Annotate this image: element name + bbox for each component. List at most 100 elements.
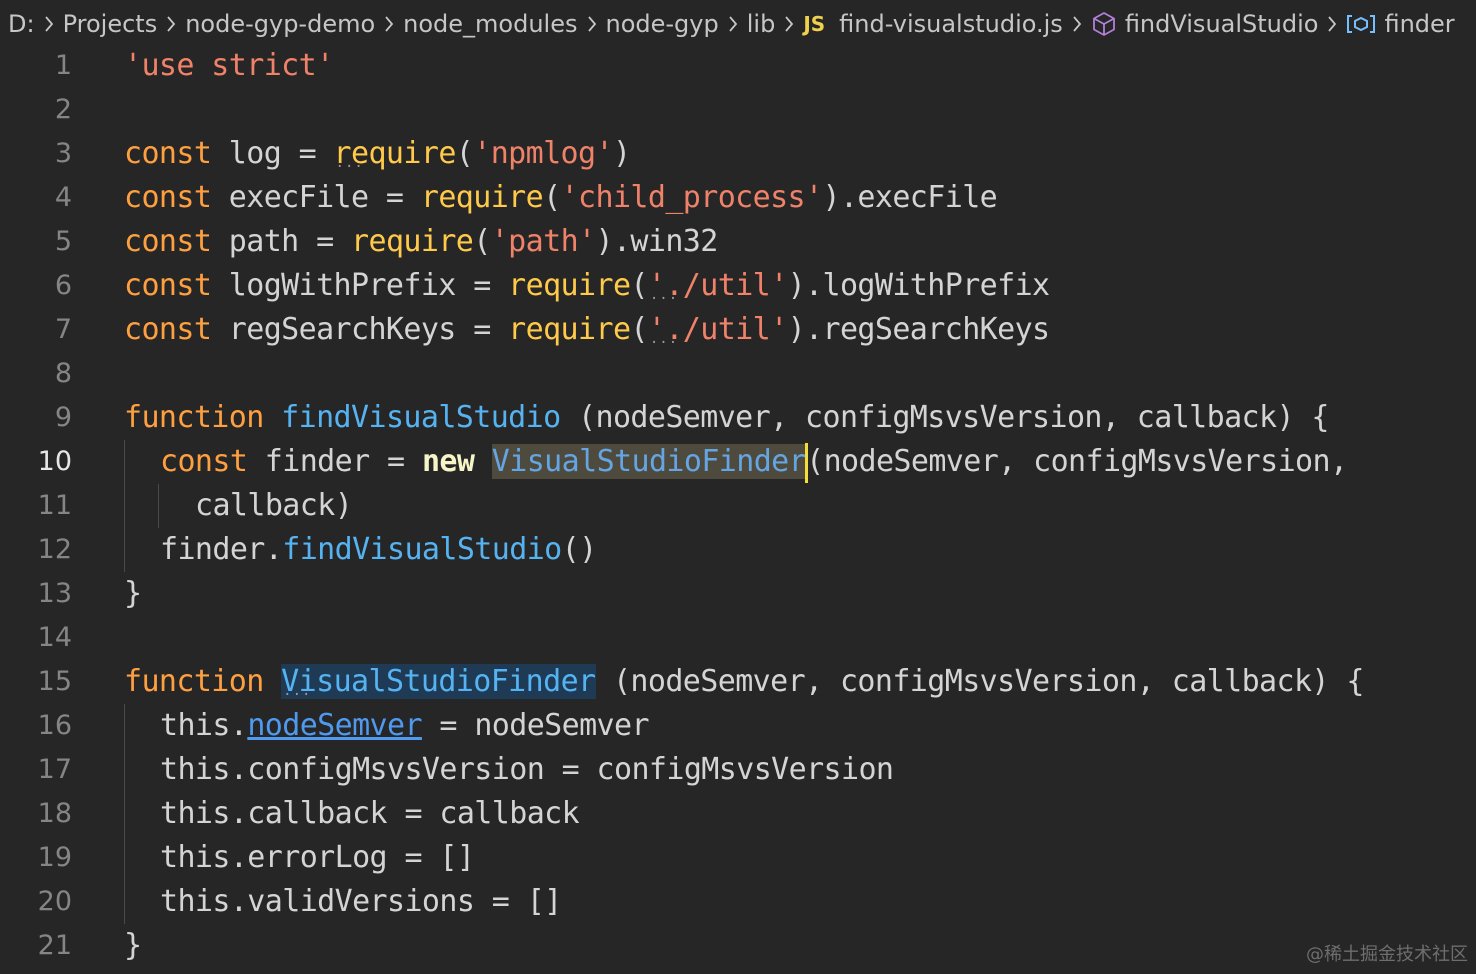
- token-function-call[interactable]: require: [421, 180, 544, 215]
- token-statement: this.errorLog = []: [160, 840, 475, 875]
- line-number: 5: [54, 226, 72, 257]
- token-identifier: logWithPrefix =: [211, 268, 509, 303]
- token-keyword: const: [124, 268, 212, 303]
- line-number: 14: [37, 622, 72, 653]
- code-text: function findVisualStudio (nodeSemver, c…: [124, 396, 1329, 440]
- code-line-active: 10 const finder = new VisualStudioFinder…: [0, 440, 1476, 484]
- chevron-right-icon: [727, 14, 739, 34]
- token-string: 'use strict': [124, 48, 334, 83]
- breadcrumb-item-function[interactable]: findVisualStudio: [1091, 10, 1318, 38]
- token-punct: ).regSearchKeys: [787, 312, 1051, 347]
- token-identifier: regSearchKeys =: [211, 312, 509, 347]
- token-statement: this.callback = callback: [160, 796, 580, 831]
- token-assignment: = nodeSemver: [421, 708, 649, 743]
- token-highlighted-declaration[interactable]: VisualStudioFinder: [281, 664, 596, 699]
- line-number: 3: [54, 138, 72, 169]
- breadcrumb-item-node-gyp[interactable]: node-gyp: [606, 10, 719, 38]
- token-punct: (: [630, 268, 648, 303]
- token-function-call[interactable]: require: [351, 224, 474, 259]
- token-keyword: function: [124, 400, 264, 435]
- code-text: this.configMsvsVersion = configMsvsVersi…: [160, 748, 894, 792]
- token-punct: (: [630, 312, 648, 347]
- code-line: 9 function findVisualStudio (nodeSemver,…: [0, 396, 1476, 440]
- indent-guide: [124, 528, 125, 572]
- token-string: 'child_process': [560, 180, 824, 215]
- token-function-declaration[interactable]: findVisualStudio: [281, 400, 561, 435]
- line-number: 1: [54, 50, 72, 81]
- code-text: this.validVersions = []: [160, 880, 562, 924]
- token-statement: this.validVersions = []: [160, 884, 562, 919]
- token-function-call[interactable]: require: [508, 268, 631, 303]
- token-punct: (: [473, 224, 491, 259]
- code-text: function VisualStudioFinder (nodeSemver,…: [124, 660, 1364, 704]
- token-string: ./util': [665, 312, 788, 347]
- line-number: 6: [54, 270, 72, 301]
- line-number: 21: [37, 930, 72, 961]
- line-number: 15: [37, 666, 72, 697]
- indent-guide: [124, 836, 125, 880]
- code-text: const logWithPrefix = require('./util').…: [124, 264, 1050, 308]
- token-this: this.: [160, 708, 248, 743]
- code-line: 5 const path = require('path').win32: [0, 220, 1476, 264]
- token-string-quote: ': [648, 312, 666, 347]
- code-line: 18 this.callback = callback: [0, 792, 1476, 836]
- code-line: 4 const execFile = require('child_proces…: [0, 176, 1476, 220]
- token-method-call[interactable]: findVisualStudio: [282, 532, 562, 567]
- code-text: 'use strict': [124, 44, 334, 88]
- token-highlighted-reference[interactable]: VisualStudioFinder: [491, 444, 807, 479]
- chevron-right-icon: [1326, 14, 1338, 34]
- token-function-call[interactable]: require: [508, 312, 631, 347]
- token-punct: ).logWithPrefix: [787, 268, 1051, 303]
- chevron-right-icon: [165, 14, 177, 34]
- line-number: 16: [37, 710, 72, 741]
- code-text: const finder = new VisualStudioFinder(no…: [160, 440, 1348, 484]
- line-number: 20: [37, 886, 72, 917]
- token-params: (nodeSemver, configMsvsVersion,: [806, 444, 1348, 479]
- token-function-call[interactable]: require: [334, 136, 457, 171]
- breadcrumb-item-node-gyp-demo[interactable]: node-gyp-demo: [185, 10, 375, 38]
- line-number: 18: [37, 798, 72, 829]
- cube-icon: [1091, 11, 1117, 37]
- code-editor[interactable]: 1 'use strict' 2 3 const log = require('…: [0, 44, 1476, 974]
- line-number: 10: [37, 446, 72, 477]
- code-text: const path = require('path').win32: [124, 220, 718, 264]
- token-punct: ).win32: [595, 224, 719, 259]
- token-identifier: finder.: [160, 532, 283, 567]
- code-line: 8: [0, 352, 1476, 396]
- breadcrumb-item-file[interactable]: JS find-visualstudio.js: [803, 10, 1063, 38]
- token-keyword: const: [124, 224, 212, 259]
- chevron-right-icon: [1071, 14, 1083, 34]
- line-number: 11: [37, 490, 72, 521]
- line-number: 9: [54, 402, 72, 433]
- breadcrumb-item-projects[interactable]: Projects: [63, 10, 158, 38]
- token-params: callback): [195, 488, 353, 523]
- token-highlight-rest: isualStudioFinder: [298, 664, 596, 699]
- code-line: 3 const log = require('npmlog'): [0, 132, 1476, 176]
- variable-icon: [1346, 13, 1376, 35]
- code-line: 13 }: [0, 572, 1476, 616]
- code-line: 16 this.nodeSemver = nodeSemver: [0, 704, 1476, 748]
- token-punct: ).execFile: [822, 180, 998, 215]
- token-keyword: const: [124, 180, 212, 215]
- code-line: 1 'use strict': [0, 44, 1476, 88]
- code-line: 17 this.configMsvsVersion = configMsvsVe…: [0, 748, 1476, 792]
- token-link-property[interactable]: nodeSemver: [247, 708, 422, 743]
- breadcrumb-item-node-modules[interactable]: node_modules: [403, 10, 577, 38]
- code-line: 2: [0, 88, 1476, 132]
- indent-guide: [124, 792, 125, 836]
- indent-guide: [124, 748, 125, 792]
- breadcrumb-item-variable[interactable]: finder: [1346, 10, 1455, 38]
- line-number: 8: [54, 358, 72, 389]
- chevron-right-icon: [586, 14, 598, 34]
- breadcrumb-item-lib[interactable]: lib: [747, 10, 776, 38]
- line-number: 19: [37, 842, 72, 873]
- code-line: 12 finder.findVisualStudio(): [0, 528, 1476, 572]
- code-line: 11 callback): [0, 484, 1476, 528]
- code-line: 21 }: [0, 924, 1476, 968]
- token-keyword: function: [124, 664, 264, 699]
- indent-guide: [124, 704, 125, 748]
- chevron-right-icon: [43, 14, 55, 34]
- breadcrumb-item-drive[interactable]: D:: [8, 10, 35, 38]
